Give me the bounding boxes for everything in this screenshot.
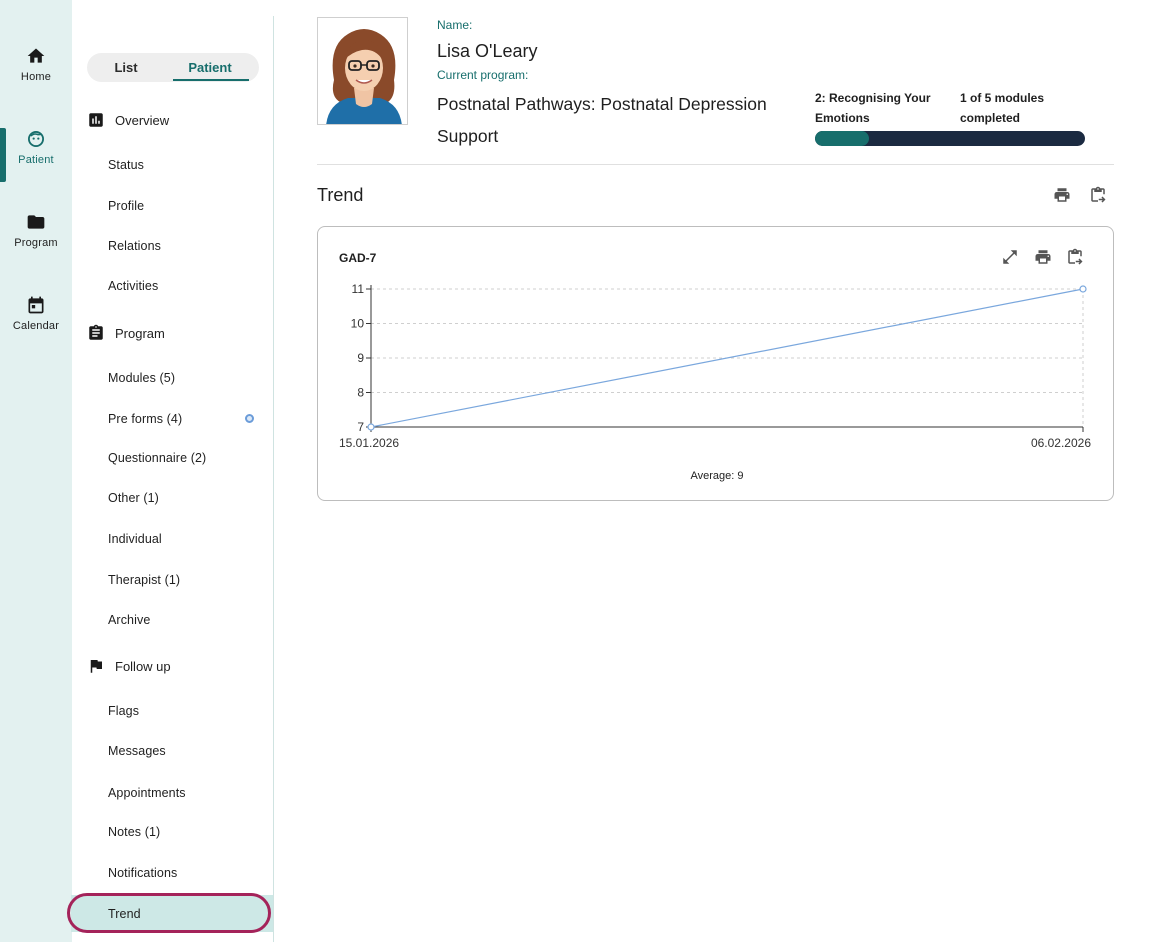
chart-print-icon[interactable]: [1034, 248, 1052, 266]
sidebar-item-questionnaire[interactable]: Questionnaire (2): [108, 451, 206, 465]
y-tick-label: 7: [357, 420, 364, 434]
sidebar-item-notifications[interactable]: Notifications: [108, 866, 177, 880]
chart-average: Average: 9: [690, 470, 744, 482]
home-icon: [27, 48, 45, 63]
y-tick-label: 11: [352, 282, 365, 296]
expand-icon[interactable]: [1001, 248, 1019, 266]
name-label: Name:: [437, 18, 473, 32]
sidebar-divider: [273, 16, 274, 942]
sidebar-item-activities[interactable]: Activities: [108, 279, 158, 293]
patient-avatar: [317, 17, 408, 125]
toggle-patient-button[interactable]: Patient: [173, 53, 249, 82]
avatar-illustration: [318, 18, 407, 124]
section-program-label: Program: [115, 325, 165, 341]
data-point: [1079, 285, 1087, 293]
sidebar-item-pre-forms[interactable]: Pre forms (4): [108, 412, 182, 426]
chart-export-icon[interactable]: [1066, 248, 1084, 266]
rail-item-program[interactable]: Program: [0, 212, 72, 268]
sidebar-item-messages[interactable]: Messages: [108, 744, 166, 758]
sidebar-item-status[interactable]: Status: [108, 158, 144, 172]
header-divider: [317, 164, 1114, 165]
new-indicator-dot: [245, 414, 254, 423]
page-title: Trend: [317, 185, 364, 205]
data-point: [367, 423, 375, 431]
bar-chart-icon: [89, 113, 103, 127]
series-line: [370, 288, 1084, 428]
sidebar-item-relations[interactable]: Relations: [108, 239, 161, 253]
patient-icon: [28, 131, 44, 147]
module-progress-fill: [815, 131, 869, 146]
export-clipboard-icon[interactable]: [1089, 186, 1107, 204]
rail-label-program: Program: [14, 237, 58, 249]
current-module: 2: Recognising Your Emotions: [815, 91, 931, 125]
sidebar-item-therapist[interactable]: Therapist (1): [108, 573, 180, 587]
rail-item-patient[interactable]: Patient: [0, 128, 72, 185]
program-label: Current program:: [437, 68, 529, 82]
rail-label-calendar: Calendar: [12, 320, 60, 332]
sidebar-item-flags[interactable]: Flags: [108, 704, 139, 718]
section-follow-up[interactable]: Follow up: [87, 654, 171, 678]
flag-icon: [90, 660, 102, 673]
section-overview-label: Overview: [115, 112, 170, 128]
patient-sidebar: [72, 0, 274, 942]
rail-label-patient: Patient: [18, 154, 54, 166]
rail-item-home[interactable]: Home: [0, 46, 72, 102]
nav-rail: Home Patient Program Calendar: [0, 0, 72, 942]
print-icon[interactable]: [1053, 186, 1071, 204]
sidebar-item-notes[interactable]: Notes (1): [108, 825, 160, 839]
module-progress-bar: [815, 131, 1085, 146]
folder-icon: [27, 215, 45, 229]
section-follow-up-label: Follow up: [115, 658, 171, 674]
rail-item-calendar[interactable]: Calendar: [0, 295, 72, 351]
y-tick-label: 10: [351, 317, 365, 331]
list-patient-toggle: List Patient: [87, 53, 259, 82]
sidebar-item-other[interactable]: Other (1): [108, 491, 159, 505]
toggle-list-button[interactable]: List: [87, 53, 165, 82]
patient-name: Lisa O'Leary: [437, 41, 538, 61]
module-count: 1 of 5 modules completed: [960, 91, 1045, 125]
chart-title: GAD-7: [339, 251, 377, 265]
sidebar-item-modules[interactable]: Modules (5): [108, 371, 175, 385]
sidebar-item-profile[interactable]: Profile: [108, 199, 144, 213]
gad7-line-chart: 7 8 9 10 11 15.01.2026 06.02.2026: [339, 282, 1091, 450]
program-name: Postnatal Pathways: Postnatal Depression…: [437, 94, 767, 146]
y-tick-label: 9: [357, 351, 364, 365]
sidebar-item-archive[interactable]: Archive: [108, 613, 150, 627]
y-tick-label: 8: [357, 386, 364, 400]
rail-label-home: Home: [20, 71, 52, 83]
x-tick-label: 06.02.2026: [1031, 436, 1091, 450]
clipboard-icon: [89, 324, 103, 340]
section-program[interactable]: Program: [87, 321, 165, 345]
selection-ring: [67, 893, 271, 933]
section-overview[interactable]: Overview: [87, 108, 169, 132]
x-tick-label: 15.01.2026: [339, 436, 399, 450]
sidebar-item-individual[interactable]: Individual: [108, 532, 162, 546]
sidebar-item-appointments[interactable]: Appointments: [108, 786, 186, 800]
calendar-icon: [28, 296, 44, 314]
